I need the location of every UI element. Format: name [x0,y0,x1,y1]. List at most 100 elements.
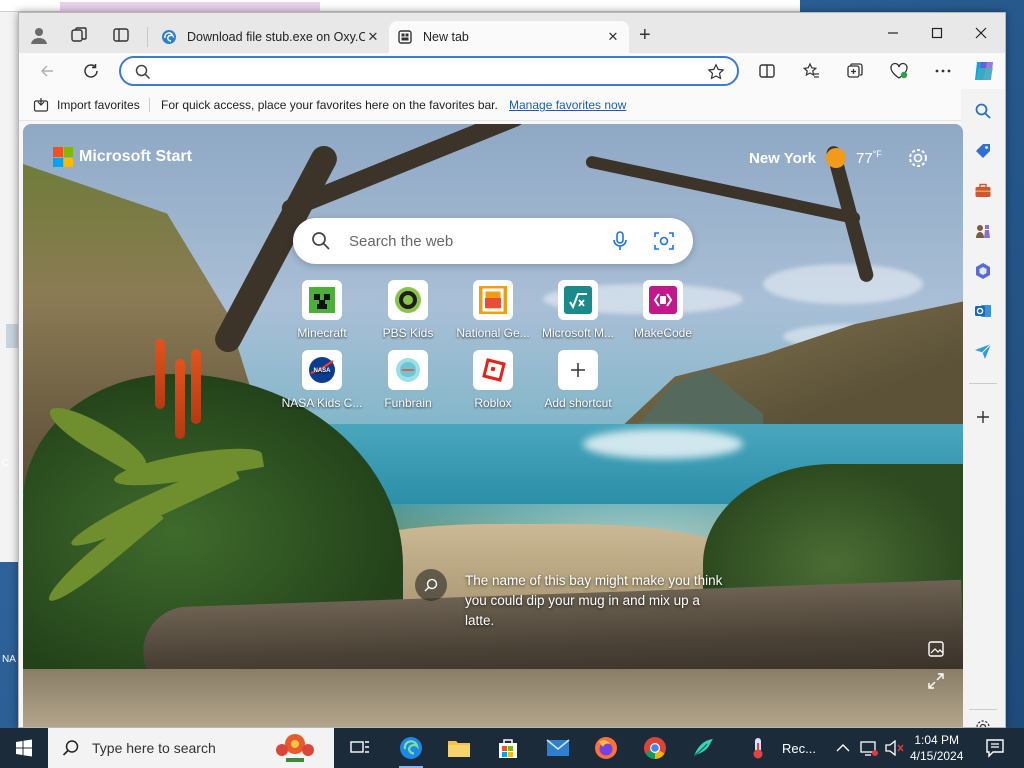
shortcut-national-geographic[interactable]: National Ge... [450,280,536,340]
collections-button[interactable] [841,59,869,83]
navigation-toolbar [19,53,1005,89]
shortcut-pbs-kids[interactable]: PBS Kids [365,280,451,340]
volume-muted-icon[interactable] [884,740,904,756]
shortcut-makecode[interactable]: MakeCode [620,280,706,340]
back-button[interactable] [33,59,61,83]
chess-piece-icon [976,225,990,238]
copilot-button[interactable] [969,56,999,86]
add-shortcut-button[interactable]: Add shortcut [535,350,621,410]
profile-icon[interactable] [27,23,51,47]
shopping-tag-icon [976,144,990,158]
shortcut-roblox[interactable]: Roblox [450,350,536,410]
taskbar-store[interactable] [488,732,528,764]
shortcut-microsoft-math[interactable]: Microsoft M... [535,280,621,340]
shortcut-funbrain[interactable]: Funbrain [365,350,451,410]
weather-widget[interactable]: New York 77°F [749,148,882,168]
refresh-button[interactable] [77,59,105,83]
tab-actions-icon[interactable] [109,23,133,47]
taskbar-app-bird[interactable] [683,732,723,764]
microsoft-start-brand[interactable]: Microsoft Start [53,147,192,167]
chevron-up-icon[interactable] [836,743,850,753]
new-tab-page-icon [398,30,412,44]
tab-close-icon[interactable]: ✕ [365,29,381,45]
more-options-button[interactable] [929,59,957,83]
plus-icon [977,411,989,423]
microphone-icon[interactable] [609,230,631,252]
shortcut-label: Minecraft [297,326,347,340]
microsoft-365-icon [976,263,990,279]
tab-label: New tab [423,30,469,44]
microsoft-logo-icon [53,147,73,167]
sidebar-add-button[interactable] [971,405,995,429]
taskbar-search-placeholder: Type here to search [92,740,216,756]
sidebar-search-button[interactable] [971,99,995,123]
tab-download[interactable]: Download file stub.exe on Oxy.Cl ✕ [153,21,389,53]
tab-separator [147,27,148,47]
search-icon [312,232,330,250]
makecode-icon [643,280,683,320]
taskbar-mail[interactable] [538,732,578,764]
notification-center-button[interactable] [980,732,1010,764]
image-gallery-icon[interactable] [927,640,945,658]
browser-essentials-button[interactable] [885,59,913,83]
image-info-button[interactable] [415,569,447,601]
store-bag-icon [499,739,517,758]
split-screen-button[interactable] [753,59,781,83]
new-tab-button[interactable]: + [639,25,651,45]
sidebar-microsoft365-button[interactable] [971,259,995,283]
taskbar-chrome[interactable] [635,732,675,764]
send-paper-plane-icon [975,343,992,359]
visual-search-icon[interactable] [653,230,675,252]
network-icon[interactable] [860,740,878,756]
start-button[interactable] [0,728,48,768]
favorites-list-icon [802,62,819,78]
clock-time: 1:04 PM [914,733,960,747]
task-view-button[interactable] [340,732,380,764]
red-flower [191,349,201,424]
desktop-left-highlight [6,324,18,348]
sidebar-tools-button[interactable] [971,179,995,203]
new-tab-page: Microsoft Start New York 77°F Search the… [23,124,963,727]
import-favorites-button[interactable]: Import favorites [33,97,140,113]
sidebar-games-button[interactable] [971,219,995,243]
sidebar-outlook-button[interactable] [971,299,995,323]
sidebar-settings-button[interactable] [971,715,995,727]
sidebar-separator [969,709,997,710]
taskbar-recorder[interactable]: Rec... [742,732,818,764]
shortcut-nasa-kids[interactable]: NASA NASA Kids C... [279,350,365,410]
collections-icon [847,63,863,78]
title-bar: Download file stub.exe on Oxy.Cl ✕ New t… [19,13,1005,53]
taskbar-edge[interactable] [391,732,431,768]
web-search-box[interactable]: Search the web [293,218,693,264]
address-input[interactable] [161,62,701,82]
shortcut-minecraft[interactable]: Minecraft [279,280,365,340]
close-button[interactable] [959,19,1003,47]
taskbar-clock[interactable]: 1:04 PM 4/15/2024 [910,732,963,764]
temp-unit: °F [872,149,882,159]
desktop-window-strip [0,0,800,12]
maximize-button[interactable] [915,19,959,47]
split-screen-icon [759,64,775,78]
recorder-label: Rec... [782,740,816,756]
sun-icon [825,148,846,168]
favorites-message: For quick access, place your favorites h… [161,98,498,112]
minimize-button[interactable] [871,19,915,47]
favorites-button[interactable] [797,59,825,83]
taskbar-firefox[interactable] [586,732,626,764]
page-settings-gear-icon[interactable] [907,147,929,169]
sidebar-drop-button[interactable] [971,339,995,363]
thermometer-icon [753,738,763,759]
manage-favorites-link[interactable]: Manage favorites now [509,98,626,112]
favorite-star-icon[interactable] [707,63,725,81]
folder-icon [448,741,470,757]
workspaces-icon[interactable] [67,23,91,47]
tab-close-icon[interactable]: ✕ [605,29,621,45]
tab-new-tab[interactable]: New tab ✕ [389,21,629,53]
address-bar[interactable] [119,56,739,86]
taskbar-file-explorer[interactable] [439,732,479,764]
expand-icon[interactable] [927,672,945,690]
background-ground [23,669,963,727]
sidebar-shopping-button[interactable] [971,139,995,163]
firefox-icon [595,737,617,759]
taskbar-search-box[interactable]: Type here to search [48,728,334,768]
